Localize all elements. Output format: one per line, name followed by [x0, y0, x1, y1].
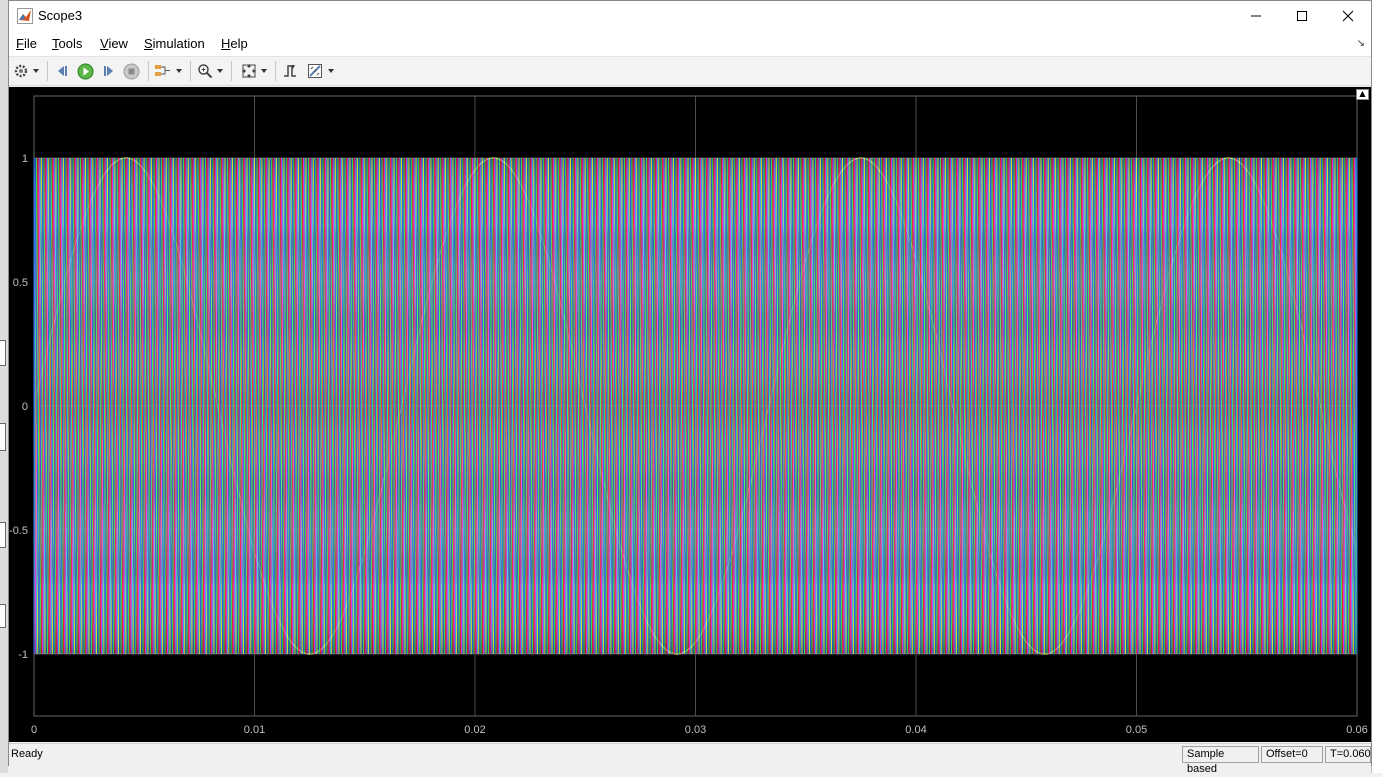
menu-tools[interactable]: Tools: [52, 36, 82, 51]
time-indicator: T=0.060: [1325, 746, 1371, 763]
x-tick-label: 0.05: [1126, 724, 1147, 736]
menu-file[interactable]: File: [16, 36, 37, 51]
title-bar[interactable]: Scope3: [9, 1, 1371, 32]
window-title: Scope3: [38, 8, 83, 23]
y-tick-label: -1: [18, 649, 28, 661]
menu-view[interactable]: View: [100, 36, 128, 51]
fit-to-view-icon: [242, 64, 256, 78]
x-tick-label: 0.04: [905, 724, 926, 736]
maximize-icon: [1297, 11, 1307, 21]
minimize-icon: [1251, 15, 1261, 17]
y-tick-label: -0.5: [9, 525, 28, 537]
x-tick-label: 0.01: [244, 724, 265, 736]
offset-indicator: Offset=0: [1261, 746, 1323, 763]
expand-axes-button[interactable]: ▲: [1356, 89, 1369, 100]
step-forward-button[interactable]: [101, 60, 117, 82]
settings-button[interactable]: [13, 60, 39, 82]
menu-help[interactable]: Help: [221, 36, 248, 51]
background-tab: [0, 522, 6, 548]
scope-plot[interactable]: 0 0.01 0.02 0.03 0.04 0.05 0.06 1 0.5 0 -0.5 -1: [9, 87, 1371, 742]
background-tab: [0, 423, 6, 451]
matlab-logo-icon: [17, 8, 33, 24]
signal-selector-button[interactable]: [154, 60, 182, 82]
maximize-button[interactable]: [1279, 1, 1325, 31]
scope-window: Scope3 File Tools View Simulation Help ↘: [8, 0, 1372, 775]
background-tab: [0, 340, 6, 366]
run-button[interactable]: [77, 60, 94, 82]
fit-to-view-button[interactable]: [241, 60, 267, 82]
settings-icon: [14, 64, 28, 78]
stop-icon: [123, 63, 140, 79]
measurements-icon: [308, 64, 322, 78]
status-text: Ready: [11, 748, 43, 760]
zoom-in-icon: [198, 64, 213, 79]
measurements-button[interactable]: [307, 60, 334, 82]
status-bar: Ready Sample based Offset=0 T=0.060: [9, 743, 1371, 775]
close-button[interactable]: [1325, 1, 1371, 31]
triggers-icon: [284, 65, 296, 77]
menu-bar: File Tools View Simulation Help ↘: [9, 32, 1371, 57]
sample-mode-indicator: Sample based: [1182, 746, 1259, 775]
step-back-icon: [58, 66, 67, 76]
zoom-button[interactable]: [197, 60, 223, 82]
x-tick-label: 0.03: [685, 724, 706, 736]
stop-button[interactable]: [123, 60, 140, 82]
triggers-button[interactable]: [282, 60, 298, 82]
x-tick-label: 0.06: [1346, 724, 1367, 736]
step-forward-icon: [104, 66, 113, 76]
background-window-edge: [0, 0, 8, 773]
toolbar: [9, 57, 1371, 86]
signal-selector-icon: [155, 65, 170, 76]
minimize-button[interactable]: [1233, 1, 1279, 31]
menu-simulation[interactable]: Simulation: [144, 36, 205, 51]
y-tick-label: 0.5: [13, 277, 28, 289]
x-tick-label: 0: [31, 724, 37, 736]
background-tab: [0, 604, 6, 628]
undock-arrow-icon[interactable]: ↘: [1357, 38, 1365, 49]
y-tick-label: 0: [22, 401, 28, 413]
close-icon: [1342, 10, 1354, 22]
y-tick-label: 1: [22, 153, 28, 165]
run-icon: [77, 63, 94, 79]
scope-plot-area[interactable]: 0 0.01 0.02 0.03 0.04 0.05 0.06 1 0.5 0 -0.5 -1 ▲: [9, 87, 1371, 742]
x-tick-label: 0.02: [464, 724, 485, 736]
background-window-edge-right: [1371, 0, 1382, 773]
step-back-button[interactable]: [54, 60, 70, 82]
